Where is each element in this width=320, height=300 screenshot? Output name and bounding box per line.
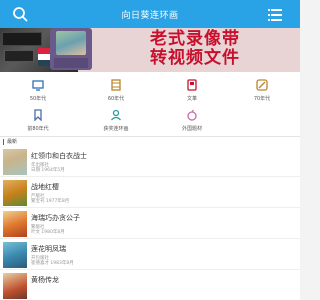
item-title[interactable]: 战地红樱 [31,182,59,192]
item-date: 繁宝刊 1977年8月 [31,199,70,204]
search-icon[interactable] [12,6,28,22]
category-grid: 50年代 60年代 文革 70年代 前80年代 获奖连环画 外国题材 [0,72,300,136]
banner-headline-line1: 老式录像带 [150,29,240,49]
film-icon [109,78,123,92]
bookmark-icon [31,108,45,122]
category-item[interactable]: 外国题材 [166,108,218,138]
item-title[interactable]: 红领巾和白衣战士 [31,151,87,161]
item-date: 叶文 1980年8月 [31,230,65,235]
apple-icon [185,108,199,122]
item-title[interactable]: 海瑞巧办贪公子 [31,213,80,223]
category-label: 前80年代 [27,126,49,132]
item-date: 崔德喜才 1983年8月 [31,261,74,266]
section-title: 最新 [7,139,18,145]
category-label: 70年代 [253,96,271,102]
book-icon [185,78,199,92]
list-item[interactable]: 战地红樱 严版社 繁宝刊 1977年8月 [0,177,300,208]
category-label: 50年代 [29,96,47,102]
category-item[interactable]: 70年代 [236,78,288,108]
user-icon [109,108,123,122]
tv-icon [31,78,45,92]
section-header: 最新 [0,136,300,146]
banner-headline-line2: 转视频文件 [150,48,240,68]
cover-thumbnail[interactable] [3,180,27,206]
item-date: 日期 1964年5月 [31,168,65,173]
category-label: 文革 [186,96,197,102]
vcr-image [2,32,42,46]
category-item[interactable]: 60年代 [90,78,142,108]
site-title: 向日葵连环画 [121,10,179,21]
category-item[interactable]: 50年代 [12,78,64,108]
list-item[interactable]: 海瑞巧办贪公子 繁版社 叶文 1980年8月 [0,208,300,239]
list-item[interactable]: 红领巾和白衣战士 年出版社 日期 1964年5月 [0,146,300,177]
tv-base-image [54,58,88,68]
tape-icon [255,78,269,92]
comic-list: 红领巾和白衣战士 年出版社 日期 1964年5月 战地红樱 严版社 繁宝刊 19… [0,146,300,300]
cover-thumbnail[interactable] [3,149,27,175]
item-title[interactable]: 黄杨传龙 [31,275,59,285]
vcr-image [4,50,34,62]
section-accent-bar [3,139,4,145]
category-item[interactable]: 前80年代 [12,108,64,138]
ad-banner[interactable]: 老式录像带 转视频文件 [0,28,300,72]
category-label: 获奖连环画 [103,126,129,132]
app-page: 向日葵连环画 老式录像带 转视频文件 50年代 60年代 文革 70年代 前80… [0,0,300,300]
cover-thumbnail[interactable] [3,211,27,237]
menu-icon[interactable] [268,7,282,21]
cover-thumbnail[interactable] [3,242,27,268]
cover-thumbnail[interactable] [3,273,27,299]
category-item[interactable]: 文革 [166,78,218,108]
category-item[interactable]: 获奖连环画 [90,108,142,138]
top-bar: 向日葵连环画 [0,0,300,28]
tv-screen-image [56,31,86,55]
banner-headline: 老式录像带 转视频文件 [100,30,290,68]
item-title[interactable]: 莲花明凤瑞 [31,244,66,254]
list-item[interactable]: 黄杨传龙 [0,270,300,300]
category-label: 外国题材 [181,126,202,132]
list-item[interactable]: 莲花明凤瑞 开包版社 崔德喜才 1983年8月 [0,239,300,270]
category-label: 60年代 [107,96,125,102]
